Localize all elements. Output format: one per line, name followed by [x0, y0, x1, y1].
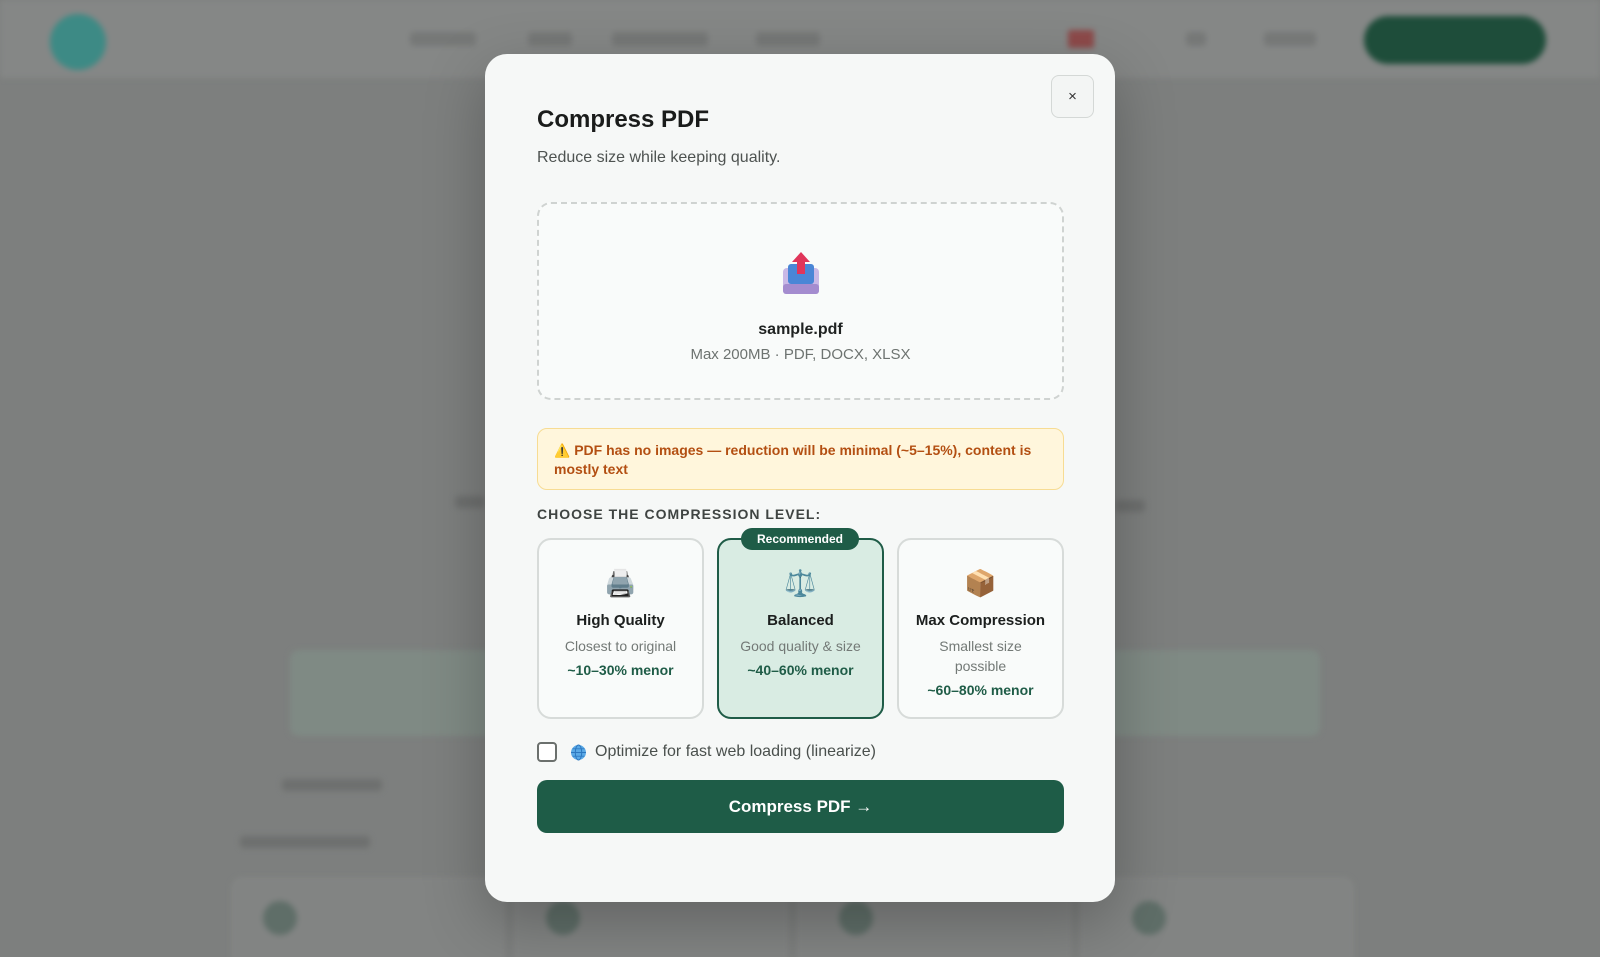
- warning-text: PDF has no images — reduction will be mi…: [554, 442, 1032, 477]
- package-icon: 📦: [964, 568, 997, 598]
- linearize-option: Optimize for fast web loading (linearize…: [537, 740, 876, 764]
- close-icon: ×: [1068, 88, 1077, 105]
- level-card-balanced[interactable]: Recommended ⚖️ Balanced Good quality & s…: [717, 528, 884, 719]
- compress-pdf-dialog: × Compress PDF Reduce size while keeping…: [485, 54, 1115, 902]
- compress-pdf-button[interactable]: Compress PDF →: [537, 780, 1064, 833]
- compression-level-label: CHOOSE THE COMPRESSION LEVEL:: [537, 506, 822, 522]
- dialog-title: Compress PDF: [537, 106, 710, 133]
- level-title: Balanced: [767, 612, 834, 629]
- dialog-subtitle: Reduce size while keeping quality.: [537, 149, 781, 166]
- close-button[interactable]: ×: [1051, 75, 1094, 118]
- recommended-badge: Recommended: [741, 528, 859, 550]
- globe-icon: [571, 744, 586, 760]
- level-card-max-compression[interactable]: 📦 Max Compression Smallest size possible…: [897, 538, 1064, 719]
- level-description: Good quality & size: [740, 638, 861, 654]
- level-description: Smallest size possible: [939, 638, 1022, 674]
- file-dropzone[interactable]: sample.pdf Max 200MB · PDF, DOCX, XLSX: [537, 202, 1064, 400]
- level-title: High Quality: [576, 612, 665, 629]
- level-description: Closest to original: [564, 638, 677, 654]
- printer-icon: 🖨️: [604, 568, 637, 598]
- level-title: Max Compression: [915, 612, 1046, 629]
- level-card-high-quality[interactable]: 🖨️ High Quality Closest to original ~10–…: [537, 538, 704, 719]
- warning-icon: ⚠️: [554, 443, 571, 458]
- balance-scale-icon: ⚖️: [784, 568, 817, 598]
- level-saving: ~40–60% menor: [747, 662, 854, 678]
- file-name: sample.pdf: [758, 321, 843, 338]
- linearize-label[interactable]: Optimize for fast web loading (linearize…: [595, 743, 876, 761]
- warning-banner: ⚠️ PDF has no images — reduction will be …: [537, 428, 1064, 490]
- level-saving: ~10–30% menor: [567, 662, 674, 678]
- linearize-checkbox[interactable]: [537, 742, 557, 762]
- level-saving: ~60–80% menor: [927, 682, 1034, 698]
- upload-tray-icon: [783, 252, 819, 294]
- file-hint: Max 200MB · PDF, DOCX, XLSX: [690, 346, 911, 363]
